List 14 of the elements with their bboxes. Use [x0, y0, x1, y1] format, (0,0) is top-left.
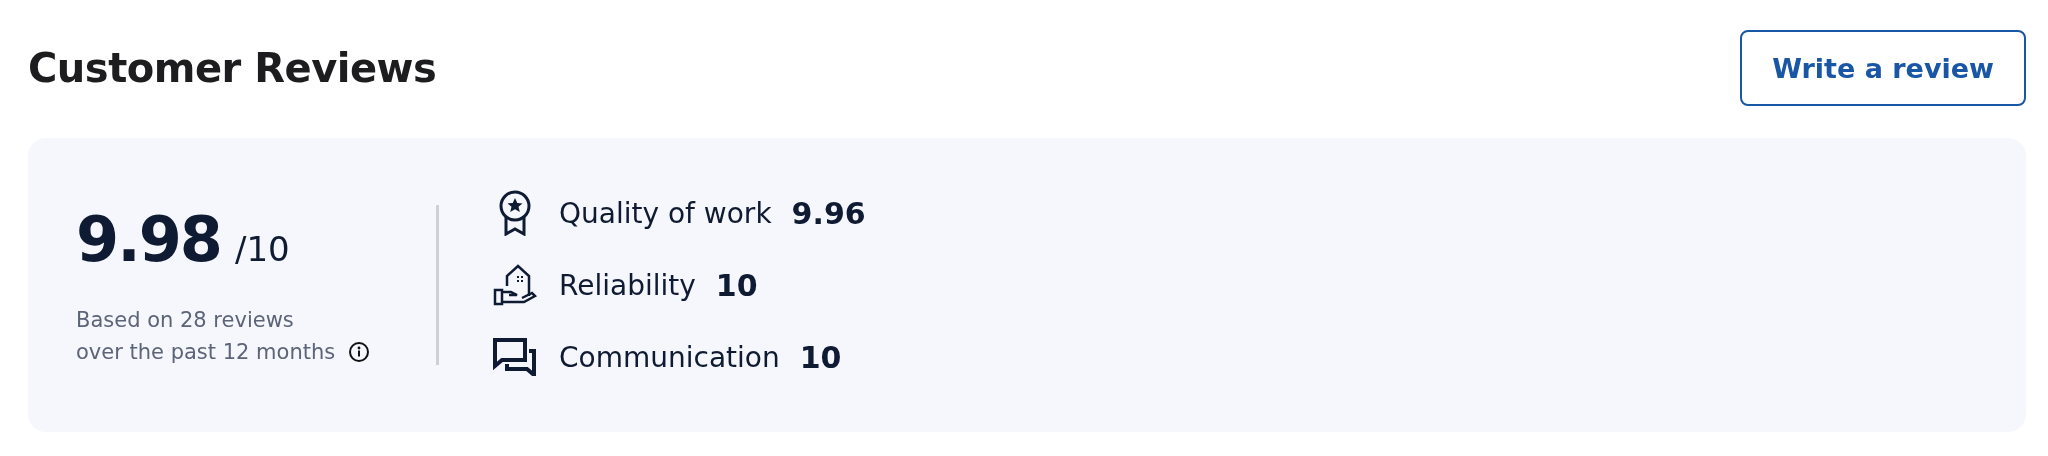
- score-scale: /10: [235, 228, 290, 269]
- criterion-label: Quality of work: [559, 196, 772, 230]
- criterion-label: Reliability: [559, 268, 696, 302]
- info-icon[interactable]: [348, 340, 370, 363]
- criterion-score: 9.96: [791, 195, 866, 231]
- criterion-score: 10: [715, 267, 758, 303]
- review-basis-text: Based on 28 reviews over the past 12 months: [76, 306, 337, 366]
- write-review-button[interactable]: Write a review: [1740, 30, 2026, 106]
- section-title: Customer Reviews: [28, 45, 437, 91]
- criterion-score: 10: [799, 339, 842, 375]
- criterion-label: Communication: [559, 340, 780, 374]
- overall-score: 9.98: [76, 202, 221, 276]
- chat-bubbles-icon: [491, 338, 539, 376]
- house-on-hand-icon: [491, 264, 539, 306]
